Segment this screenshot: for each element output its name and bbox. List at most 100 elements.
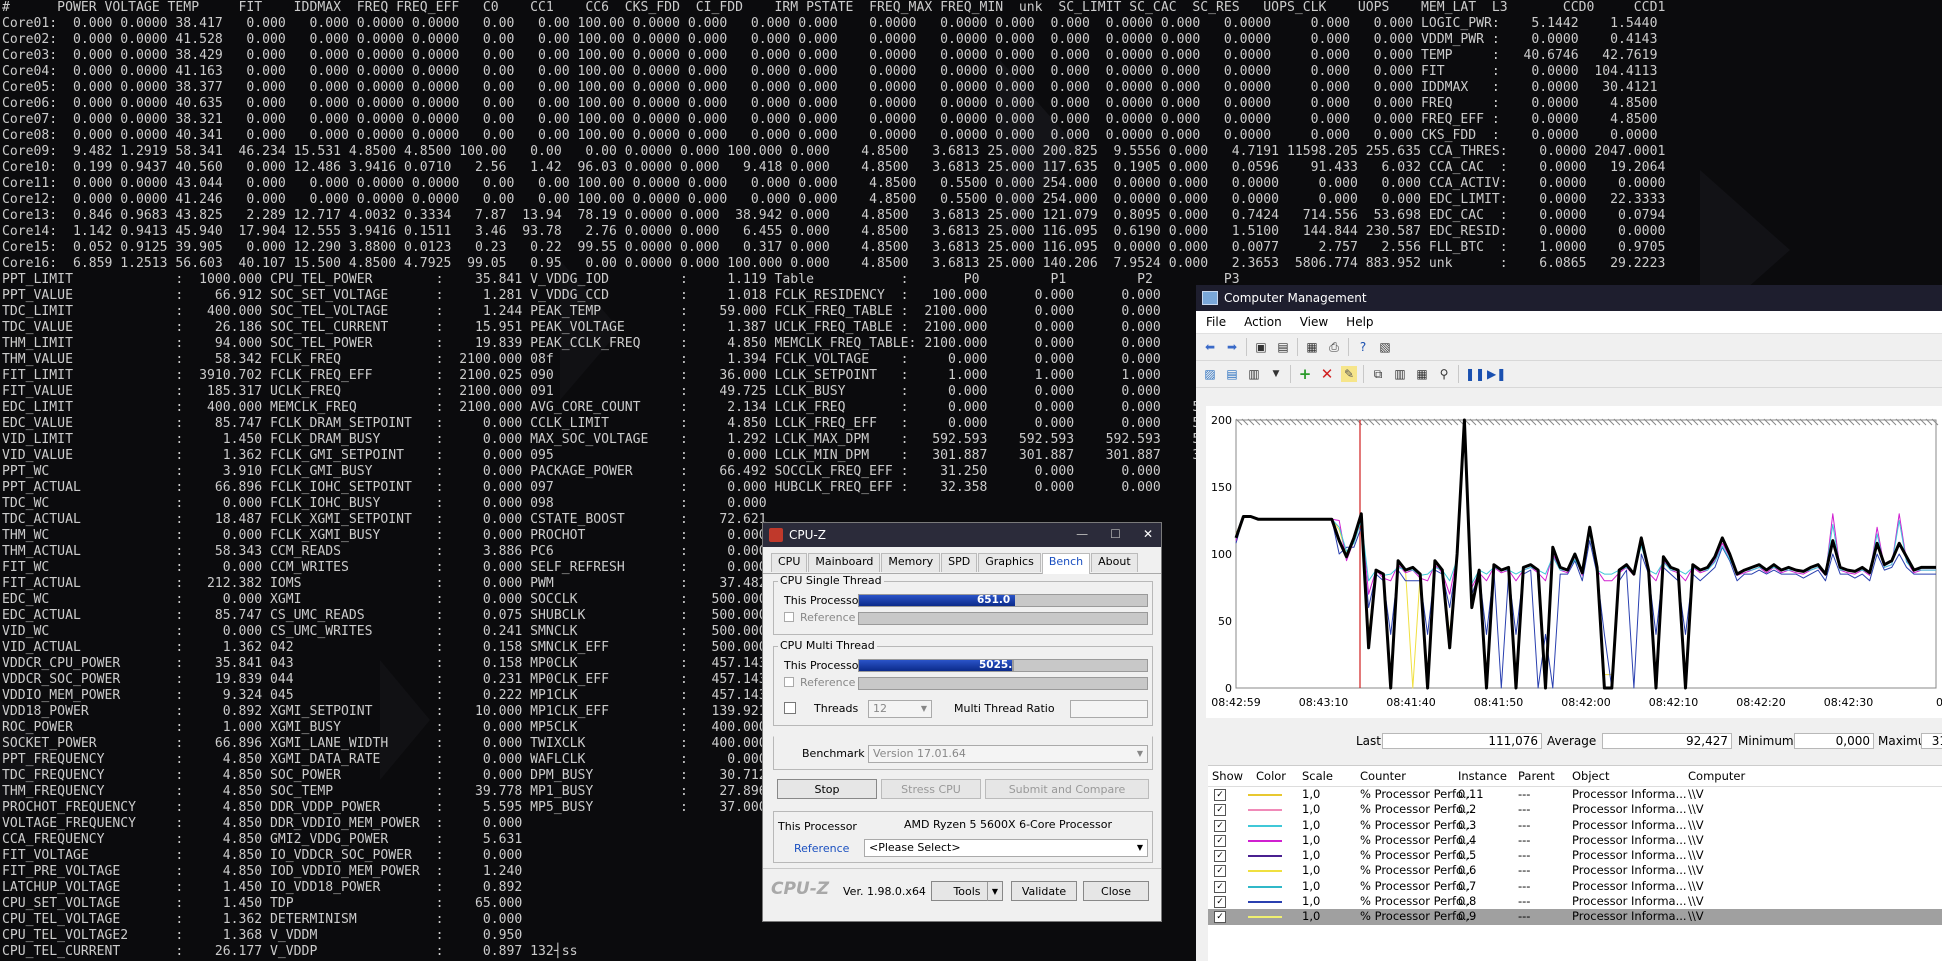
col-parent[interactable]: Parent [1518, 769, 1555, 783]
reference-select[interactable]: <Please Select> ▼ [864, 839, 1148, 857]
col-computer[interactable]: Computer [1688, 769, 1745, 783]
benchmark-select[interactable]: Version 17.01.64 ▼ [868, 745, 1148, 763]
tools-button[interactable]: Tools ▼ [931, 881, 1003, 901]
cm-toolbar: ⬅ ➡ ▣ ▤ ▦ ⎙ ? ▧ [1196, 334, 1942, 361]
parent-cell: --- [1518, 863, 1531, 878]
threads-checkbox[interactable] [784, 702, 796, 714]
tab-spd[interactable]: SPD [941, 553, 978, 572]
cpuz-window[interactable]: CPU-Z — ☐ ✕ CPU Mainboard Memory SPD Gra… [762, 522, 1162, 922]
col-object[interactable]: Object [1572, 769, 1609, 783]
table-row[interactable]: ✓ 1,0 % Processor Perfo... 0,6 --- Processor … [1208, 863, 1942, 878]
terminal-line: ROC_POWER : 1.000 XGMI_BUSY : 0.000 MP5C… [2, 720, 767, 735]
view-graph-icon[interactable]: ▨ [1202, 366, 1218, 382]
freeze-display-icon[interactable]: ❚❚ [1465, 366, 1485, 382]
tab-mainboard[interactable]: Mainboard [808, 553, 881, 572]
chevron-down-icon[interactable]: ▼ [987, 882, 1002, 901]
col-scale[interactable]: Scale [1302, 769, 1333, 783]
table-row[interactable]: ✓ 1,0 % Processor Perfo... 0,7 --- Processor … [1208, 879, 1942, 894]
show-checkbox[interactable]: ✓ [1214, 819, 1226, 832]
terminal-line: TDC_VALUE : 26.186 SOC_TEL_CURRENT : 15.… [2, 320, 1248, 335]
show-checkbox[interactable]: ✓ [1214, 850, 1226, 863]
scale-cell: 1,0 [1302, 832, 1321, 847]
table-row[interactable]: ✓ 1,0 % Processor Perfo... 0,11 --- Processor… [1208, 787, 1942, 802]
export-list-icon[interactable]: ▦ [1304, 339, 1320, 355]
tab-graphics[interactable]: Graphics [978, 553, 1041, 572]
view-report-icon[interactable]: ▤ [1224, 366, 1240, 382]
table-row[interactable]: ✓ 1,0 % Processor Perfo... 0,5 --- Processor … [1208, 848, 1942, 863]
cm-title-bar[interactable]: Computer Management [1196, 285, 1942, 311]
terminal-line: Core08: 0.000 0.0000 40.341 0.000 0.000 … [2, 128, 1658, 143]
delete-counter-icon[interactable]: ✕ [1319, 366, 1335, 382]
highlight-icon[interactable]: ✎ [1341, 366, 1357, 382]
back-arrow-icon[interactable]: ⬅ [1202, 339, 1218, 355]
paste-counter-list-icon[interactable]: ▥ [1392, 366, 1408, 382]
cpuz-title-bar[interactable]: CPU-Z — ☐ ✕ [763, 523, 1161, 547]
stop-button[interactable]: Stop [777, 779, 877, 799]
col-show[interactable]: Show [1212, 769, 1243, 783]
table-row[interactable]: ✓ 1,0 % Processor Perfo... 0,4 --- Processor … [1208, 833, 1942, 848]
terminal-line: LATCHUP_VOLTAGE : 1.450 IO_VDD18_POWER :… [2, 880, 523, 895]
tab-about[interactable]: About [1091, 553, 1138, 572]
show-hide-tree-icon[interactable]: ▤ [1275, 339, 1291, 355]
update-data-icon[interactable]: ▶❚ [1487, 366, 1506, 382]
maximize-icon[interactable]: ☐ [1110, 527, 1121, 541]
tab-memory[interactable]: Memory [881, 553, 941, 572]
table-row[interactable]: ✓ 1,0 % Processor Perfo... 0,8 --- Processor … [1208, 894, 1942, 909]
color-swatch [1248, 794, 1282, 796]
show-checkbox[interactable]: ✓ [1214, 804, 1226, 817]
forward-arrow-icon[interactable]: ➡ [1224, 339, 1240, 355]
terminal-line: PPT_ACTUAL : 66.896 FCLK_IOHC_SETPOINT :… [2, 480, 1248, 495]
single-thread-title: CPU Single Thread [778, 574, 884, 587]
counter-cell: % Processor Perfo... [1360, 787, 1474, 801]
single-reference-checkbox[interactable] [784, 612, 794, 622]
terminal-line: CPU_TEL_VOLTAGE2 : 1.368 V_VDDM : 0.950 [2, 928, 523, 943]
menu-action[interactable]: Action [1244, 315, 1282, 329]
table-row[interactable]: ✓ 1,0 % Processor Perfo... 0,9 --- Processor … [1208, 909, 1942, 925]
chevron-down-icon[interactable]: ▼ [1268, 366, 1284, 382]
col-color[interactable]: Color [1256, 769, 1286, 783]
help-icon[interactable]: ? [1355, 339, 1371, 355]
show-checkbox[interactable]: ✓ [1214, 896, 1226, 909]
menu-file[interactable]: File [1206, 315, 1226, 329]
menu-help[interactable]: Help [1346, 315, 1373, 329]
counter-table[interactable]: Show Color Scale Counter Instance Parent… [1208, 765, 1942, 961]
properties-icon[interactable]: ▧ [1377, 339, 1393, 355]
print-icon[interactable]: ⎙ [1326, 339, 1342, 355]
table-row[interactable]: ✓ 1,0 % Processor Perfo... 0,3 --- Processor … [1208, 818, 1942, 833]
show-checkbox[interactable]: ✓ [1214, 789, 1226, 801]
tab-cpu[interactable]: CPU [771, 553, 808, 572]
show-checkbox[interactable]: ✓ [1214, 834, 1226, 847]
performance-chart[interactable]: 0 50 100 150 200 08:42:59 08:43:10 08:41:40 08:4… [1206, 406, 1942, 718]
cpuz-title: CPU-Z [789, 528, 826, 542]
change-graph-type-icon[interactable]: ▥ [1246, 366, 1262, 382]
submit-compare-button[interactable]: Submit and Compare [985, 779, 1149, 799]
stress-cpu-button[interactable]: Stress CPU [881, 779, 981, 799]
close-button[interactable]: Close [1083, 881, 1149, 901]
col-counter[interactable]: Counter [1360, 769, 1406, 783]
menu-view[interactable]: View [1300, 315, 1328, 329]
properties-sheet-icon[interactable]: ▦ [1414, 366, 1430, 382]
show-checkbox[interactable]: ✓ [1214, 865, 1226, 878]
multi-reference-checkbox[interactable] [784, 677, 794, 687]
average-label: Average [1547, 734, 1597, 748]
terminal-line: PPT_VALUE : 66.912 SOC_SET_VOLTAGE : 1.2… [2, 288, 1248, 303]
show-checkbox[interactable]: ✓ [1214, 911, 1226, 924]
copy-properties-icon[interactable]: ⧉ [1370, 366, 1386, 382]
reference-link[interactable]: Reference [794, 842, 849, 855]
threads-select[interactable]: 12 ▼ [868, 700, 932, 718]
show-checkbox[interactable]: ✓ [1214, 880, 1226, 893]
zoom-icon[interactable]: ⚲ [1436, 366, 1452, 382]
up-folder-icon[interactable]: ▣ [1253, 339, 1269, 355]
table-row[interactable]: ✓ 1,0 % Processor Perfo... 0,2 --- Processor … [1208, 802, 1942, 817]
close-icon[interactable]: ✕ [1143, 527, 1153, 541]
minimize-icon[interactable]: — [1076, 527, 1088, 541]
validate-button[interactable]: Validate [1011, 881, 1077, 901]
add-counter-icon[interactable]: + [1297, 366, 1313, 382]
instance-cell: 0,8 [1458, 894, 1477, 909]
computer-management-window[interactable]: Computer Management File Action View Hel… [1196, 285, 1942, 961]
terminal-line: EDC_VALUE : 85.747 FCLK_DRAM_SETPOINT : … [2, 416, 1248, 431]
parent-cell: --- [1518, 894, 1531, 909]
x-tick-label: 08:41:40 [1386, 696, 1435, 709]
col-instance[interactable]: Instance [1458, 769, 1507, 783]
tab-bench[interactable]: Bench [1041, 553, 1091, 574]
